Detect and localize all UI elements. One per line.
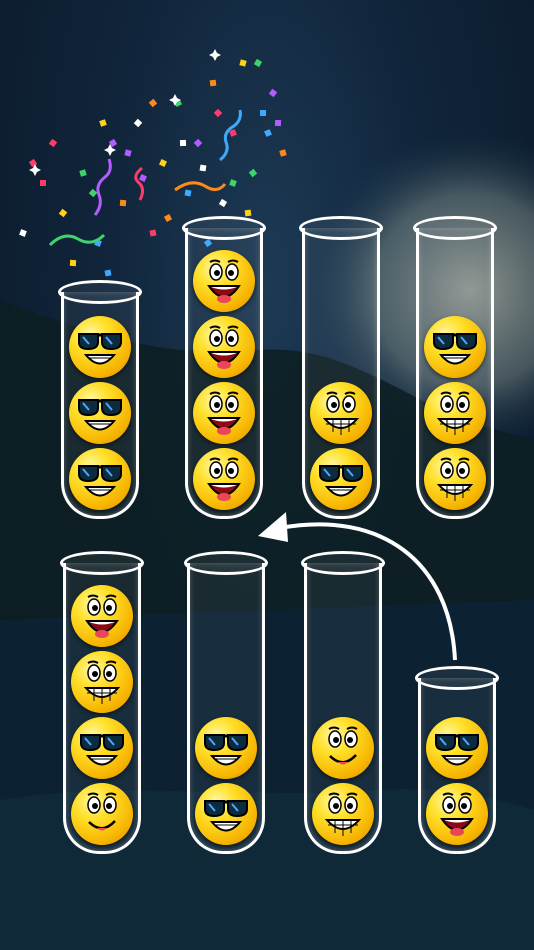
confetti-piece [274,119,282,127]
confetti-ribbon [174,181,227,192]
confetti-star [29,164,41,176]
confetti-piece [213,108,223,118]
confetti-piece [239,59,247,67]
confetti-piece [163,213,173,223]
confetti-piece [193,138,203,148]
confetti-piece [203,238,213,248]
confetti-piece [79,169,87,177]
confetti-star [104,144,116,156]
confetti-piece [248,168,258,178]
confetti-piece [253,58,263,68]
confetti-icon [19,49,287,277]
confetti-piece [99,119,107,127]
confetti-piece [209,79,217,87]
confetti-piece [218,198,228,208]
confetti-piece [58,208,68,218]
confetti-piece [124,149,132,157]
confetti-piece [279,149,287,157]
confetti-piece [19,229,27,237]
confetti-piece [119,199,127,207]
confetti-piece [184,189,192,197]
confetti-piece [139,174,147,182]
confetti-piece [88,188,98,198]
confetti-piece [104,269,112,277]
confetti-piece [229,179,237,187]
confetti-piece [179,139,187,147]
confetti-piece [244,209,252,217]
confetti-piece [69,259,77,267]
confetti-piece [268,88,278,98]
confetti-piece [148,98,158,108]
confetti-piece [48,138,58,148]
confetti-ribbon [219,109,242,162]
confetti-star [209,49,221,61]
confetti-piece [149,229,157,237]
confetti-ribbon [134,166,145,201]
confetti-ribbon [93,158,112,216]
confetti-piece [40,180,46,186]
confetti-piece [259,109,267,117]
confetti-piece [199,164,207,172]
confetti-piece [264,129,272,137]
confetti-piece [158,158,168,168]
confetti-piece [133,118,143,128]
